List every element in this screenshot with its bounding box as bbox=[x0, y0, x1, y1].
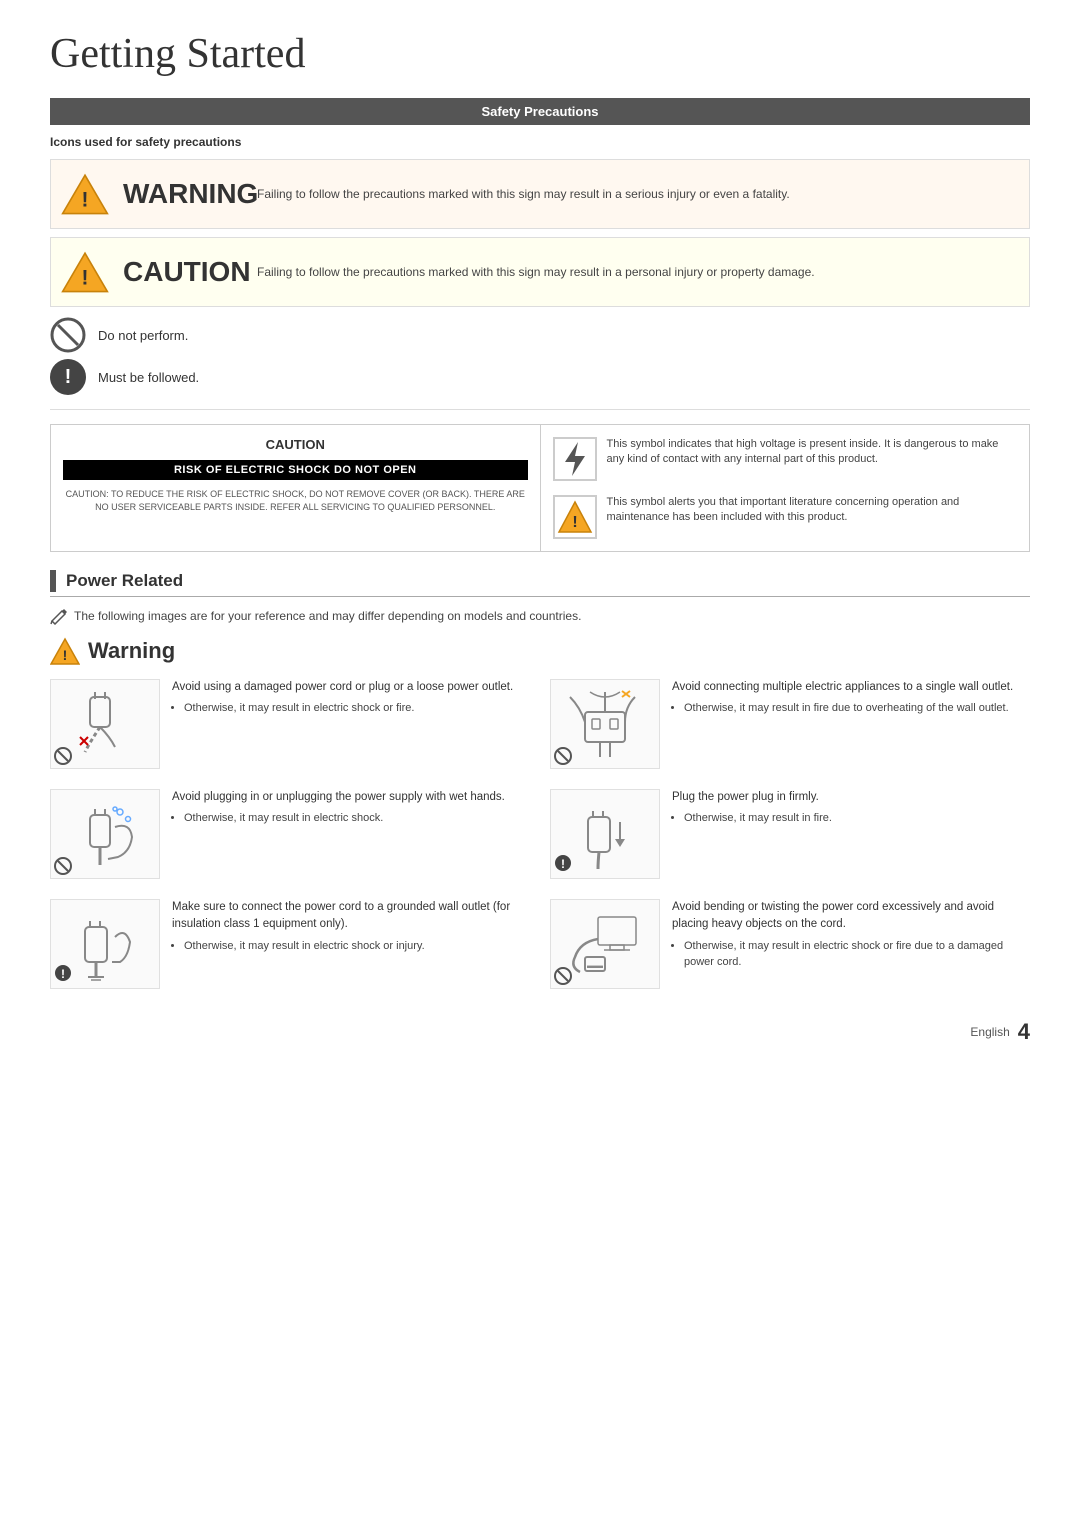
exclaim-icon: ! bbox=[50, 359, 86, 395]
must-follow-row: ! Must be followed. bbox=[50, 359, 1030, 395]
must-follow-label: Must be followed. bbox=[98, 370, 199, 385]
triangle-alert-box: ! bbox=[553, 495, 597, 539]
caution-row: ! CAUTION Failing to follow the precauti… bbox=[50, 237, 1030, 307]
literature-text: This symbol alerts you that important li… bbox=[607, 495, 1018, 526]
svg-text:!: ! bbox=[61, 967, 65, 981]
svg-text:!: ! bbox=[63, 647, 68, 663]
power-section-title: Power Related bbox=[66, 571, 183, 591]
power-item-1-text: Avoid using a damaged power cord or plug… bbox=[172, 679, 513, 717]
do-not-label: Do not perform. bbox=[98, 328, 188, 343]
power-item-3-image bbox=[50, 789, 160, 879]
power-item-1-image bbox=[50, 679, 160, 769]
svg-text:!: ! bbox=[82, 266, 89, 289]
triangle-alert-icon: ! bbox=[557, 500, 593, 534]
power-item-6-image: ▬▬ bbox=[550, 899, 660, 989]
pencil-icon bbox=[50, 607, 68, 625]
caution-desc: Failing to follow the precautions marked… bbox=[257, 263, 815, 281]
multi-outlet-icon bbox=[560, 687, 650, 762]
power-item-2-text: Avoid connecting multiple electric appli… bbox=[672, 679, 1013, 717]
caution-box-section: CAUTION RISK OF ELECTRIC SHOCK DO NOT OP… bbox=[50, 424, 1030, 552]
svg-text:!: ! bbox=[572, 514, 577, 531]
power-item-4-text: Plug the power plug in firmly. Otherwise… bbox=[672, 789, 832, 827]
page-language: English bbox=[970, 1025, 1009, 1039]
firm-plug-icon bbox=[560, 797, 650, 872]
warning-heading-icon: ! bbox=[50, 637, 80, 665]
power-item-3: Avoid plugging in or unplugging the powe… bbox=[50, 789, 530, 879]
no-perform-badge-3 bbox=[54, 857, 72, 875]
power-item-2-image bbox=[550, 679, 660, 769]
risk-bar: RISK OF ELECTRIC SHOCK DO NOT OPEN bbox=[63, 460, 528, 480]
power-items-grid: Avoid using a damaged power cord or plug… bbox=[50, 679, 1030, 989]
lightning-icon bbox=[560, 440, 590, 478]
lightning-icon-box bbox=[553, 437, 597, 481]
power-section-header: Power Related bbox=[50, 570, 1030, 597]
caution-fine-print: CAUTION: TO REDUCE THE RISK OF ELECTRIC … bbox=[63, 488, 528, 513]
note-text: The following images are for your refere… bbox=[74, 609, 581, 623]
power-item-5: ! Make sure to connect the power cord to… bbox=[50, 899, 530, 989]
high-voltage-row: This symbol indicates that high voltage … bbox=[553, 437, 1018, 481]
must-follow-badge-5: ! bbox=[54, 964, 72, 982]
do-not-row: Do not perform. bbox=[50, 317, 1030, 353]
power-item-2: Avoid connecting multiple electric appli… bbox=[550, 679, 1030, 769]
section-bar bbox=[50, 570, 56, 592]
power-item-5-text: Make sure to connect the power cord to a… bbox=[172, 899, 530, 954]
warning-row: ! WARNING Failing to follow the precauti… bbox=[50, 159, 1030, 229]
caution-left-panel: CAUTION RISK OF ELECTRIC SHOCK DO NOT OP… bbox=[51, 425, 541, 551]
svg-text:!: ! bbox=[82, 188, 89, 211]
warning-desc: Failing to follow the precautions marked… bbox=[257, 185, 790, 203]
power-item-6: ▬▬ Avoid bending or twisting the power c… bbox=[550, 899, 1030, 989]
page-number: 4 bbox=[1018, 1019, 1030, 1045]
literature-row: ! This symbol alerts you that important … bbox=[553, 495, 1018, 539]
page-title: Getting Started bbox=[50, 30, 1030, 78]
caution-label: CAUTION bbox=[123, 256, 243, 288]
warning-heading: ! Warning bbox=[50, 637, 1030, 665]
heavy-object-cord-icon: ▬▬ bbox=[560, 907, 650, 982]
power-item-5-image: ! bbox=[50, 899, 160, 989]
wet-hands-icon bbox=[60, 797, 150, 872]
power-item-4-image: ! bbox=[550, 789, 660, 879]
no-perform-badge-1 bbox=[54, 747, 72, 765]
svg-text:▬▬: ▬▬ bbox=[587, 961, 603, 970]
high-voltage-text: This symbol indicates that high voltage … bbox=[607, 437, 1018, 468]
warning-heading-label: Warning bbox=[88, 638, 175, 664]
warning-triangle-icon: ! bbox=[61, 170, 109, 218]
caution-triangle-icon: ! bbox=[61, 248, 109, 296]
grounded-outlet-icon bbox=[60, 907, 150, 982]
icons-label: Icons used for safety precautions bbox=[50, 135, 1030, 149]
svg-text:!: ! bbox=[561, 857, 565, 871]
caution-box-title: CAUTION bbox=[63, 437, 528, 452]
power-item-6-text: Avoid bending or twisting the power cord… bbox=[672, 899, 1030, 971]
caution-right-panel: This symbol indicates that high voltage … bbox=[541, 425, 1030, 551]
damaged-cord-icon bbox=[60, 687, 150, 762]
must-follow-badge-4: ! bbox=[554, 854, 572, 872]
note-line: The following images are for your refere… bbox=[50, 607, 1030, 625]
safety-header: Safety Precautions bbox=[50, 98, 1030, 125]
power-item-4: ! Plug the power plug in firmly. Otherwi… bbox=[550, 789, 1030, 879]
power-item-3-text: Avoid plugging in or unplugging the powe… bbox=[172, 789, 505, 827]
no-perform-badge-6 bbox=[554, 967, 572, 985]
no-perform-icon bbox=[50, 317, 86, 353]
power-item-1: Avoid using a damaged power cord or plug… bbox=[50, 679, 530, 769]
no-perform-badge-2 bbox=[554, 747, 572, 765]
warning-label: WARNING bbox=[123, 178, 243, 210]
page-footer: English 4 bbox=[50, 1019, 1030, 1045]
